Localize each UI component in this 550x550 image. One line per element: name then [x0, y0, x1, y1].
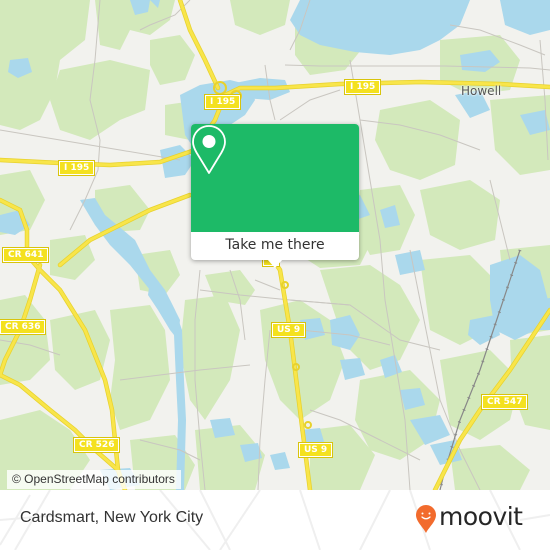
place-label-howell: Howell [461, 84, 502, 98]
road-shield-i195: I 195 [343, 79, 382, 95]
map[interactable]: I 195 I 195 I 195 CR 641 CR 636 CR 526 U… [0, 0, 550, 490]
road-shield-cr526: CR 526 [72, 437, 121, 453]
take-me-there-button[interactable]: Take me there [191, 232, 359, 260]
place-name: Cardsmart, New York City [20, 509, 204, 526]
road-shield-cr641: CR 641 [1, 247, 50, 263]
footer: Cardsmart, New York City moovit [0, 490, 550, 550]
moovit-pin-smile-icon [416, 505, 436, 533]
map-attribution[interactable]: © OpenStreetMap contributors [7, 470, 181, 489]
location-popup: Take me there [191, 124, 359, 268]
road-shield-i195: I 195 [203, 94, 242, 110]
road-shield-cr547: CR 547 [480, 394, 529, 410]
road-shield-cr636: CR 636 [0, 319, 47, 335]
popup-header [191, 124, 359, 232]
moovit-wordmark: moovit [439, 502, 523, 531]
map-pin-icon [192, 125, 226, 174]
road-shield-i195: I 195 [57, 160, 96, 176]
road-shield-us9: US 9 [270, 322, 307, 338]
road-shield-us9: US 9 [297, 442, 334, 458]
popup-pointer [267, 259, 283, 268]
